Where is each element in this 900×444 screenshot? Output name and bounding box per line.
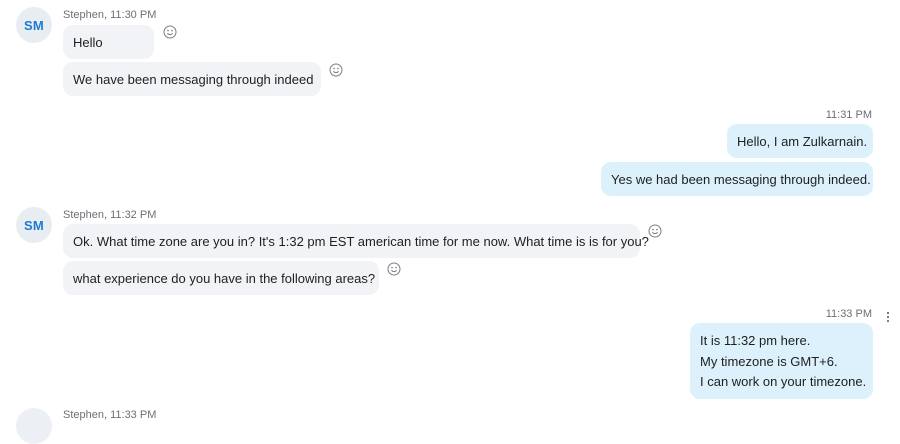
message-text: Hello (73, 34, 103, 50)
avatar[interactable]: SM (16, 207, 52, 243)
smiley-reaction-icon[interactable] (329, 63, 343, 77)
outgoing-message[interactable]: It is 11:32 pm here. My timezone is GMT+… (690, 323, 873, 399)
outgoing-message[interactable]: Yes we had been messaging through indeed… (601, 162, 873, 196)
avatar[interactable] (16, 408, 52, 444)
message-timestamp: 11:33 PM (825, 308, 872, 320)
incoming-message[interactable]: Hello (63, 25, 154, 59)
incoming-message[interactable]: what experience do you have in the follo… (63, 261, 379, 295)
outgoing-message[interactable]: Hello, I am Zulkarnain. (727, 124, 873, 158)
incoming-message[interactable]: Ok. What time zone are you in? It's 1:32… (63, 224, 649, 258)
smiley-reaction-icon[interactable] (163, 25, 177, 39)
message-sender-meta: Stephen, 11:32 PM (63, 209, 157, 221)
message-text: what experience do you have in the follo… (73, 270, 376, 286)
message-text: Ok. What time zone are you in? It's 1:32… (73, 233, 649, 249)
avatar[interactable]: SM (16, 7, 52, 43)
more-options-icon[interactable] (885, 310, 891, 324)
smiley-reaction-icon[interactable] (648, 224, 662, 238)
message-sender-meta: Stephen, 11:30 PM (63, 9, 157, 21)
message-text: Yes we had been messaging through indeed… (611, 171, 871, 187)
message-timestamp: 11:31 PM (825, 109, 872, 121)
message-text: We have been messaging through indeed (73, 71, 314, 87)
message-text: Hello, I am Zulkarnain. (737, 133, 868, 149)
message-line: It is 11:32 pm here. (700, 333, 811, 348)
incoming-message[interactable]: We have been messaging through indeed (63, 62, 321, 96)
smiley-reaction-icon[interactable] (387, 262, 401, 276)
message-line: My timezone is GMT+6. (700, 353, 838, 369)
message-line: I can work on your timezone. (700, 374, 867, 389)
message-sender-meta: Stephen, 11:33 PM (63, 409, 157, 421)
